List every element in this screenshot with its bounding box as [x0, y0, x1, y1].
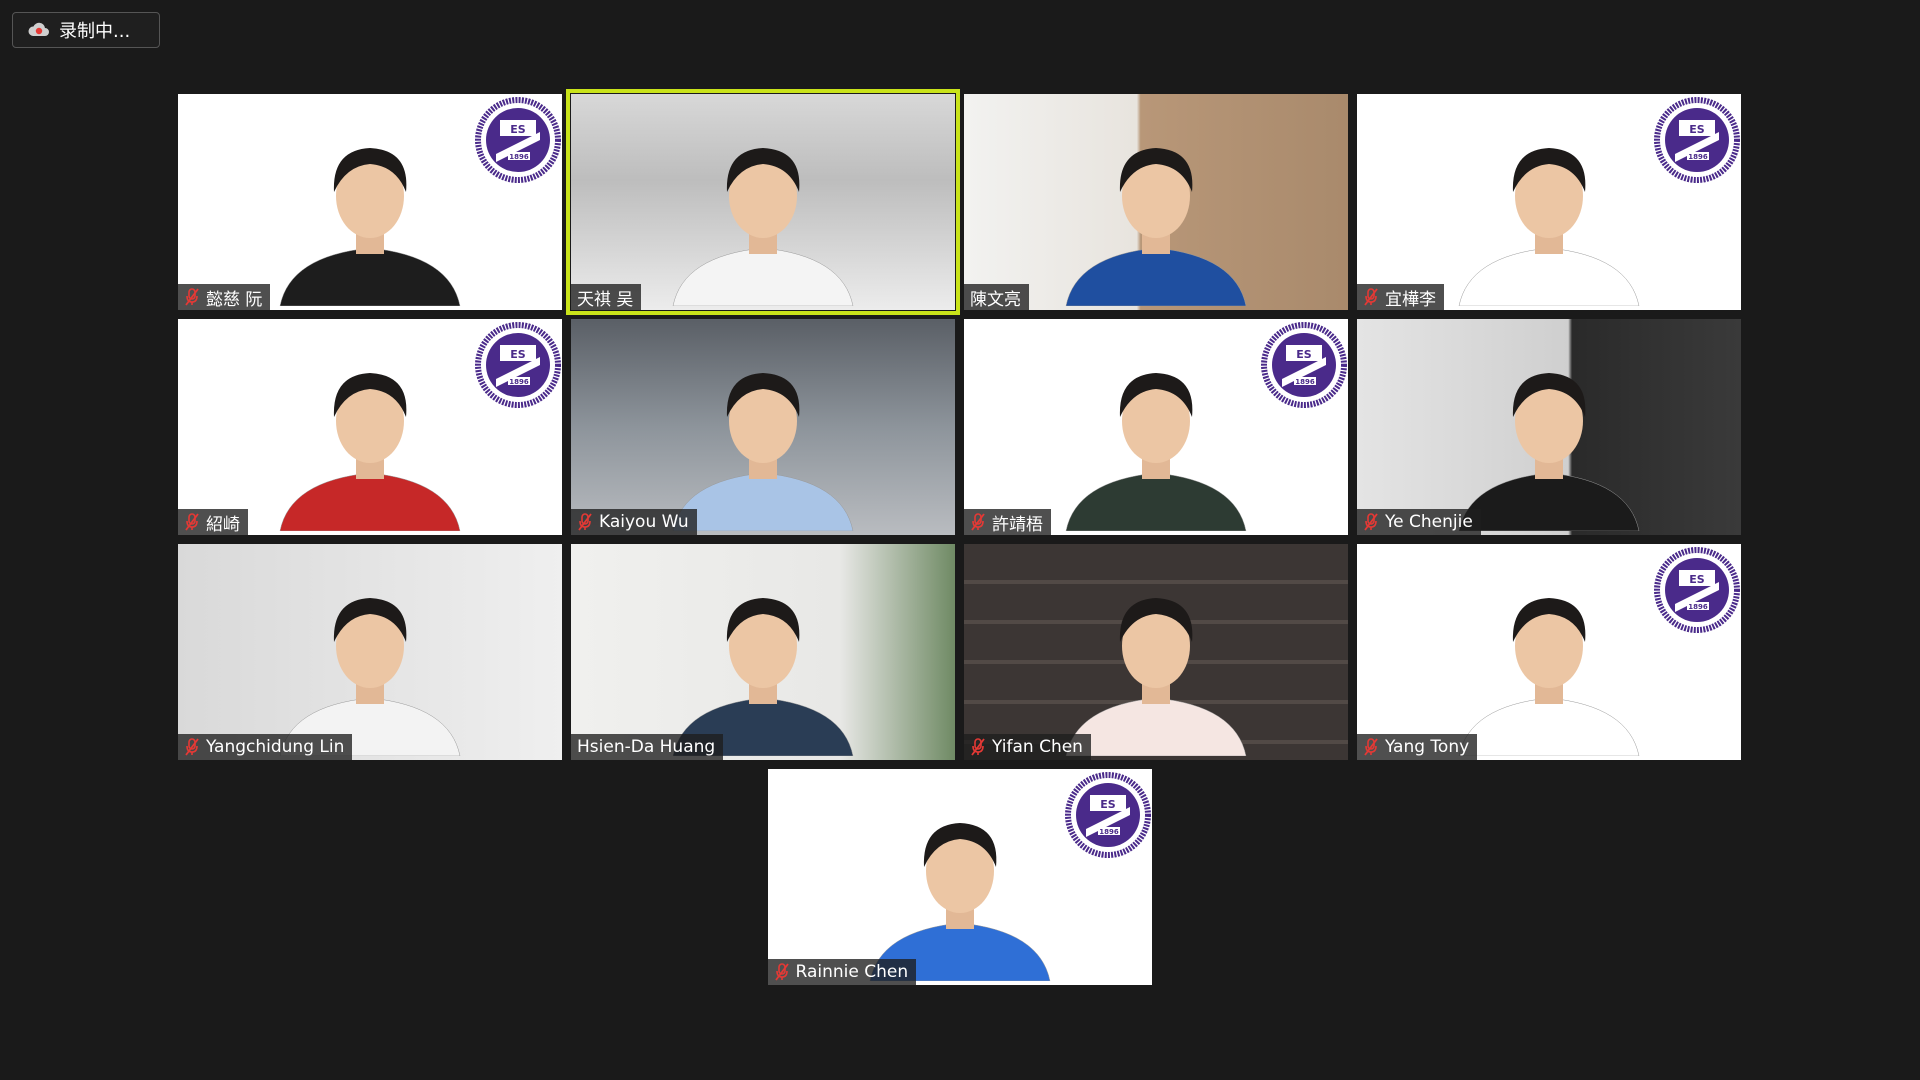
participant-name-bar: Yangchidung Lin [178, 734, 353, 760]
participant-video [270, 576, 470, 760]
video-tile[interactable]: ES 1896 懿慈 阮 [178, 94, 562, 310]
participant-video [1449, 126, 1649, 310]
participant-name: 許靖梧 [992, 514, 1043, 535]
participant-name-bar: 宜樺李 [1357, 284, 1444, 310]
video-tile[interactable]: ES 1896 Yang Tony [1357, 544, 1741, 760]
mic-off-icon [971, 513, 985, 531]
recording-label: 录制中... [59, 21, 131, 42]
cloud-record-icon [28, 22, 49, 36]
mic-off-icon [185, 513, 199, 531]
participant-name-bar: Ye Chenjie [1357, 509, 1481, 535]
participant-name-bar: Kaiyou Wu [571, 509, 697, 535]
logo-year: 1896 [509, 153, 529, 161]
video-tile[interactable]: 陳文亮 [964, 94, 1348, 310]
mic-off-icon [578, 513, 592, 531]
mic-off-icon [774, 963, 789, 981]
participant-name-bar: Yang Tony [1357, 734, 1478, 760]
logo-text: ES [1689, 573, 1705, 586]
video-tile[interactable]: 天祺 吴 [566, 89, 960, 315]
logo-text: ES [1100, 798, 1116, 811]
logo-year: 1896 [509, 378, 529, 386]
participant-name: Yangchidung Lin [206, 737, 345, 757]
video-tile[interactable]: ES 1896 宜樺李 [1357, 94, 1741, 310]
participant-video [663, 351, 863, 535]
recording-indicator[interactable]: 录制中... [12, 12, 160, 48]
participant-name-bar: Hsien-Da Huang [571, 734, 724, 760]
video-tile[interactable]: Ye Chenjie [1357, 319, 1741, 535]
participant-video [1056, 351, 1256, 535]
participant-video [663, 126, 863, 310]
university-seal-icon: ES 1896 [1260, 321, 1348, 409]
mic-off-icon [971, 738, 985, 756]
university-seal-icon: ES 1896 [1653, 96, 1741, 184]
participant-name-bar: Yifan Chen [964, 734, 1091, 760]
participant-name-bar: 天祺 吴 [571, 284, 642, 310]
logo-year: 1896 [1688, 603, 1708, 611]
participant-name: 紹崎 [206, 514, 240, 535]
university-seal-icon: ES 1896 [474, 321, 562, 409]
mic-off-icon [1364, 738, 1378, 756]
mic-off-icon [185, 288, 199, 306]
participant-name-bar: 許靖梧 [964, 509, 1051, 535]
participant-name: 天祺 吴 [577, 289, 634, 310]
university-seal-icon: ES 1896 [1064, 771, 1152, 859]
participant-name-bar: 懿慈 阮 [178, 284, 271, 310]
participant-name: Rainnie Chen [795, 962, 909, 982]
participant-video [663, 576, 863, 760]
participant-name-bar: 陳文亮 [964, 284, 1029, 310]
participant-name: Hsien-Da Huang [577, 737, 716, 757]
mic-off-icon [185, 738, 199, 756]
participant-name-bar: 紹崎 [178, 509, 248, 535]
logo-year: 1896 [1099, 828, 1119, 836]
participant-video [270, 126, 470, 310]
university-seal-icon: ES 1896 [1653, 546, 1741, 634]
logo-text: ES [1296, 348, 1312, 361]
logo-text: ES [510, 123, 526, 136]
mic-off-icon [1364, 288, 1378, 306]
participant-name: Yifan Chen [992, 737, 1083, 757]
participant-name: 懿慈 阮 [206, 289, 263, 310]
participant-name: Kaiyou Wu [599, 512, 689, 532]
logo-year: 1896 [1295, 378, 1315, 386]
participant-video [1056, 576, 1256, 760]
video-tile[interactable]: Kaiyou Wu [571, 319, 955, 535]
participant-name: Yang Tony [1385, 737, 1470, 757]
participant-name: Ye Chenjie [1385, 512, 1473, 532]
participant-name-bar: Rainnie Chen [767, 959, 917, 985]
participant-video [860, 801, 1060, 985]
mic-off-icon [1364, 513, 1378, 531]
video-tile[interactable]: Yangchidung Lin [178, 544, 562, 760]
participant-name: 宜樺李 [1385, 289, 1436, 310]
video-tile[interactable]: Hsien-Da Huang [571, 544, 955, 760]
logo-text: ES [1689, 123, 1705, 136]
video-tile[interactable]: ES 1896 紹崎 [178, 319, 562, 535]
participant-video [1449, 351, 1649, 535]
participant-video [1449, 576, 1649, 760]
video-tile[interactable]: Yifan Chen [964, 544, 1348, 760]
logo-text: ES [510, 348, 526, 361]
participant-video [270, 351, 470, 535]
university-seal-icon: ES 1896 [474, 96, 562, 184]
participant-video [1056, 126, 1256, 310]
logo-year: 1896 [1688, 153, 1708, 161]
video-tile[interactable]: ES 1896 Rainnie Chen [767, 769, 1152, 985]
participant-name: 陳文亮 [970, 289, 1021, 310]
video-tile[interactable]: ES 1896 許靖梧 [964, 319, 1348, 535]
video-grid: ES 1896 懿慈 阮 天祺 吴 陳文亮 ES 1896 宜樺李 ES 1896 紹崎 K… [178, 89, 1741, 985]
